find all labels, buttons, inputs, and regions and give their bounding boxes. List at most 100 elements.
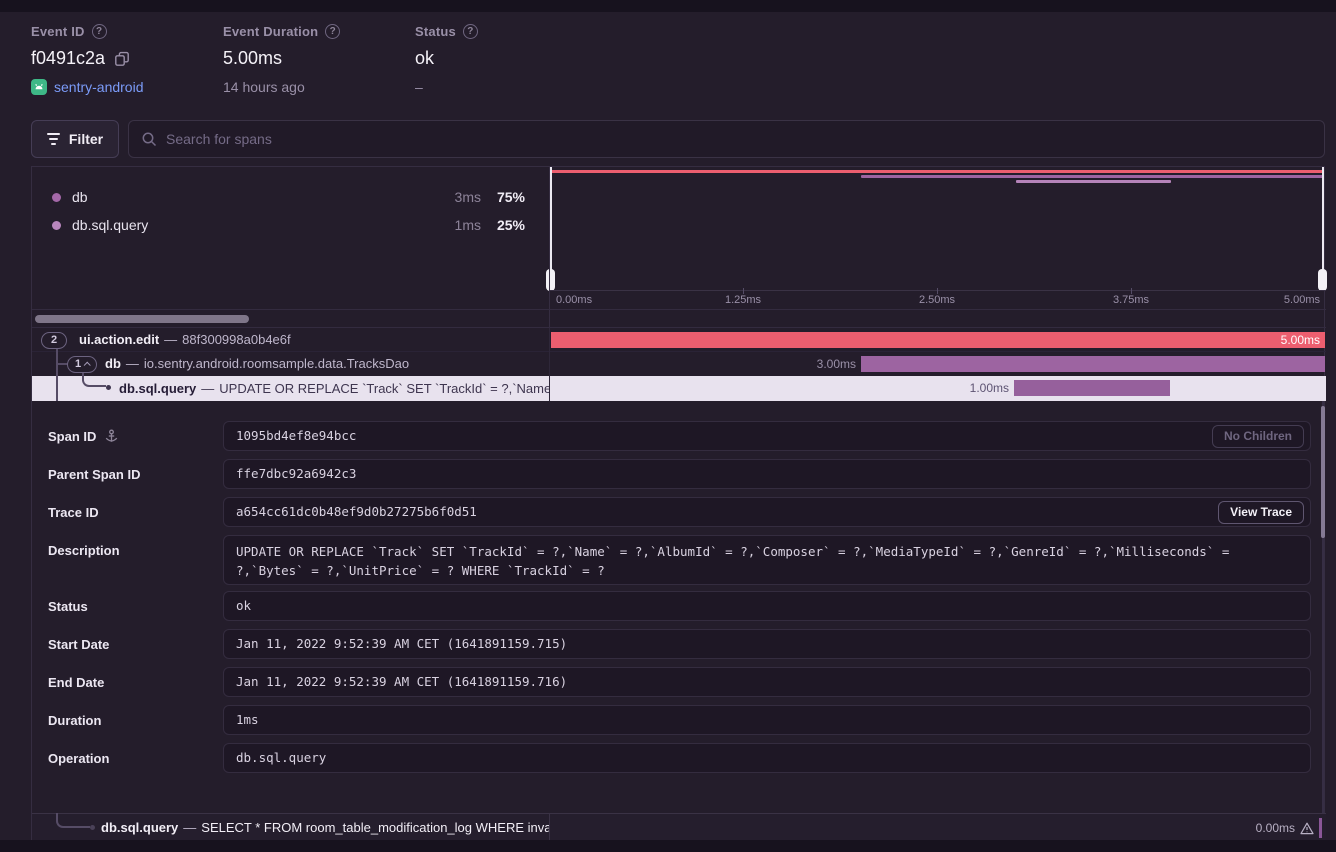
span-duration-label: 5.00ms: [1281, 332, 1320, 348]
axis-label: 5.00ms: [1240, 294, 1320, 306]
children-count-badge[interactable]: 1: [67, 356, 97, 373]
event-id-field: Event ID ? f0491c2a sentry-android: [31, 24, 144, 95]
detail-value-parent-span-id: ffe7dbc92a6942c3: [223, 459, 1311, 489]
span-row-pinned-db-sql-query[interactable]: db.sql.query—SELECT * FROM room_table_mo…: [32, 813, 1326, 841]
detail-value-operation: db.sql.query: [223, 743, 1311, 773]
detail-label-start-date: Start Date: [48, 637, 109, 652]
help-icon[interactable]: ?: [463, 24, 478, 39]
axis-label: 3.75ms: [1091, 294, 1171, 306]
span-duration-bar: [861, 356, 1325, 372]
span-description: io.sentry.android.roomsample.data.Tracks…: [144, 356, 409, 371]
legend-row-db[interactable]: db 3ms 75%: [32, 188, 548, 208]
filter-button[interactable]: Filter: [31, 120, 119, 158]
span-duration-bar: [1014, 380, 1170, 396]
axis-label: 2.50ms: [897, 294, 977, 306]
minimap-span-bar: [550, 170, 1324, 173]
span-duration-label: 3.00ms: [786, 352, 856, 376]
horizontal-scrollbar-thumb[interactable]: [35, 315, 249, 323]
filter-icon: [47, 133, 60, 145]
help-icon[interactable]: ?: [92, 24, 107, 39]
detail-label-end-date: End Date: [48, 675, 104, 690]
zero-duration-span-marker: [1319, 818, 1322, 838]
span-description: UPDATE OR REPLACE `Track` SET `TrackId` …: [219, 381, 550, 396]
span-description: SELECT * FROM room_table_modification_lo…: [201, 820, 550, 835]
span-op: db: [105, 356, 121, 371]
details-scrollbar-thumb[interactable]: [1321, 406, 1325, 538]
span-op: db.sql.query: [119, 381, 196, 396]
anchor-icon[interactable]: [104, 429, 119, 444]
tree-connector-elbow: [56, 813, 90, 828]
event-duration-ago: 14 hours ago: [223, 79, 305, 95]
legend-percent: 25%: [481, 217, 525, 233]
detail-value-trace-id: a654cc61dc0b48ef9d0b27275b6f0d51 View Tr…: [223, 497, 1311, 527]
minimap-span-bar: [1016, 180, 1171, 183]
detail-value-description: UPDATE OR REPLACE `Track` SET `TrackId` …: [223, 535, 1311, 585]
status-field: Status ? ok –: [415, 24, 478, 95]
detail-value-span-id: 1095bd4ef8e94bcc No Children: [223, 421, 1311, 451]
minimap-right-drag-handle[interactable]: [1318, 269, 1327, 291]
span-row-ui-action-edit[interactable]: 2 ui.action.edit—88f300998a0b4e6f 5.00ms: [32, 328, 1326, 352]
tree-column-divider: [549, 814, 550, 842]
span-detail-page: Event ID ? f0491c2a sentry-android: [0, 0, 1336, 852]
minimap-left-drag-handle[interactable]: [546, 269, 555, 291]
event-duration-label: Event Duration: [223, 24, 318, 39]
search-input[interactable]: [166, 131, 1312, 147]
tree-connector-elbow: [82, 372, 106, 387]
status-value: ok: [415, 48, 434, 69]
horizontal-scrollbar: [32, 309, 1326, 328]
detail-label-operation: Operation: [48, 751, 109, 766]
detail-value-end-date: Jan 11, 2022 9:52:39 AM CET (1641891159.…: [223, 667, 1311, 697]
detail-label-status: Status: [48, 599, 88, 614]
axis-label: 0.00ms: [556, 294, 636, 306]
legend-duration: 1ms: [421, 217, 481, 233]
detail-value-start-date: Jan 11, 2022 9:52:39 AM CET (1641891159.…: [223, 629, 1311, 659]
detail-label-trace-id: Trace ID: [48, 505, 99, 520]
trace-view: db 3ms 75% db.sql.query 1ms 25% 0.00ms 1…: [31, 166, 1325, 840]
detail-value-status: ok: [223, 591, 1311, 621]
help-icon[interactable]: ?: [325, 24, 340, 39]
legend-row-db-sql-query[interactable]: db.sql.query 1ms 25%: [32, 216, 548, 236]
tree-connector-dot: [90, 825, 95, 830]
status-sub: –: [415, 79, 423, 95]
panel-divider: [549, 167, 550, 328]
legend-percent: 75%: [481, 189, 525, 205]
span-op: db.sql.query: [101, 820, 178, 835]
tree-column-divider: [549, 328, 550, 401]
minimap-span-bar: [861, 175, 1324, 178]
op-color-dot: [52, 193, 61, 202]
project-link[interactable]: sentry-android: [54, 79, 144, 95]
no-children-button[interactable]: No Children: [1212, 425, 1304, 448]
tree-connector-dot: [106, 385, 111, 390]
event-id-value: f0491c2a: [31, 48, 105, 69]
span-search: [128, 120, 1325, 158]
span-op: ui.action.edit: [79, 332, 159, 347]
detail-label-duration: Duration: [48, 713, 101, 728]
span-row-db-sql-query-selected[interactable]: db.sql.query—UPDATE OR REPLACE `Track` S…: [32, 376, 1326, 401]
tree-connector-line: [56, 348, 58, 401]
time-axis: 0.00ms 1.25ms 2.50ms 3.75ms 5.00ms: [549, 290, 1326, 309]
status-label: Status: [415, 24, 456, 39]
top-gutter: [0, 0, 1336, 12]
axis-label: 1.25ms: [703, 294, 783, 306]
event-duration-value: 5.00ms: [223, 48, 282, 69]
platform-android-icon: [31, 79, 47, 95]
detail-label-parent-span-id: Parent Span ID: [48, 467, 140, 482]
detail-label-description: Description: [48, 543, 120, 558]
view-trace-button[interactable]: View Trace: [1218, 501, 1304, 524]
bottom-gutter: [0, 840, 1336, 852]
op-color-dot: [52, 221, 61, 230]
detail-value-duration: 1ms: [223, 705, 1311, 735]
legend-duration: 3ms: [421, 189, 481, 205]
filter-button-label: Filter: [69, 131, 103, 147]
detail-label-span-id: Span ID: [48, 429, 119, 444]
warning-icon: [1300, 822, 1314, 835]
span-row-db[interactable]: 1 db—io.sentry.android.roomsample.data.T…: [32, 352, 1326, 376]
copy-icon[interactable]: [114, 51, 130, 67]
span-duration-label: 0.00ms: [1256, 815, 1295, 842]
collapse-chevron-icon: [84, 361, 91, 368]
event-duration-field: Event Duration ? 5.00ms 14 hours ago: [223, 24, 340, 95]
legend-op: db.sql.query: [72, 217, 148, 233]
children-count-badge[interactable]: 2: [41, 332, 67, 349]
search-icon: [141, 131, 157, 147]
span-description: 88f300998a0b4e6f: [182, 332, 290, 347]
